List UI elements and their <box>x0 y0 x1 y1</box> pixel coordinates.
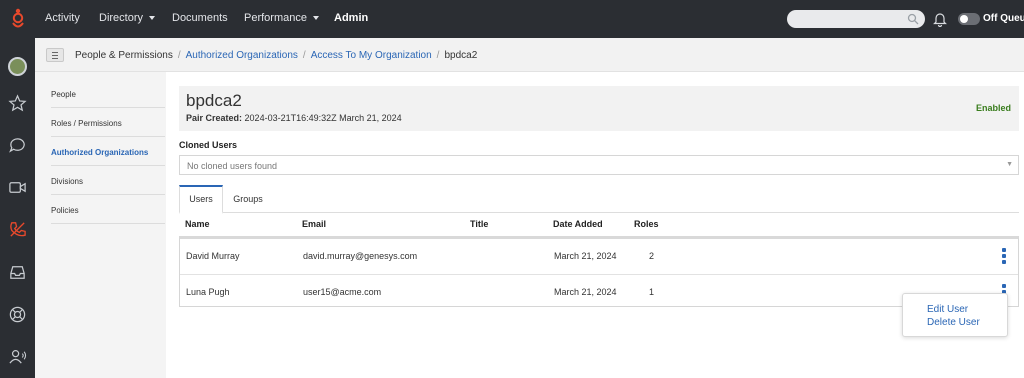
tab-bar: Users Groups <box>179 185 1019 214</box>
row-actions-menu: Edit User Delete User <box>902 293 1008 337</box>
cell-email: david.murray@genesys.com <box>303 251 418 261</box>
queue-status-label[interactable]: Off Queue <box>983 13 1024 24</box>
queue-toggle[interactable] <box>958 13 980 25</box>
cell-email: user15@acme.com <box>303 287 382 297</box>
cell-name: Luna Pugh <box>186 287 230 297</box>
cell-roles: 1 <box>649 287 655 297</box>
cell-date-added: March 21, 2024 <box>554 251 617 261</box>
phone-icon[interactable] <box>8 220 27 239</box>
left-rail <box>0 38 35 378</box>
cell-date-added: March 21, 2024 <box>554 287 617 297</box>
breadcrumb-current: bpdca2 <box>444 50 478 61</box>
breadcrumb-authorized-orgs[interactable]: Authorized Organizations <box>186 50 298 61</box>
help-icon[interactable] <box>8 305 27 324</box>
nav-admin[interactable]: Admin <box>334 12 368 24</box>
breadcrumb-people-permissions[interactable]: People & Permissions <box>75 50 173 61</box>
notification-bell-icon[interactable] <box>933 11 947 27</box>
video-icon[interactable] <box>8 178 27 197</box>
search-input[interactable] <box>787 10 925 28</box>
nav-performance[interactable]: Performance <box>244 12 307 24</box>
nav-activity[interactable]: Activity <box>45 12 80 24</box>
table-row[interactable]: David Murray david.murray@genesys.com Ma… <box>180 239 1018 273</box>
column-header-date-added[interactable]: Date Added <box>553 219 603 229</box>
breadcrumb-bar: People & Permissions / Authorized Organiza… <box>35 38 1024 72</box>
pair-created-label: Pair Created: <box>186 113 243 123</box>
hamburger-line <box>52 55 58 56</box>
toggle-knob <box>960 15 968 23</box>
hamburger-line <box>52 58 58 59</box>
chevron-down-icon <box>149 16 156 21</box>
column-header-name[interactable]: Name <box>185 219 210 229</box>
avatar[interactable] <box>8 57 27 76</box>
cell-roles: 2 <box>649 251 655 261</box>
org-summary-card: bpdca2 Pair Created: 2024-03-21T16:49:32… <box>179 86 1019 131</box>
status-badge: Enabled <box>975 103 1011 113</box>
cell-name: David Murray <box>186 251 240 261</box>
column-header-roles[interactable]: Roles <box>634 219 659 229</box>
nav-performance-wrap[interactable]: Performance <box>244 12 319 24</box>
nav-directory[interactable]: Directory <box>99 12 143 24</box>
pair-created: Pair Created: 2024-03-21T16:49:32Z March… <box>186 113 402 123</box>
sidebar-item-roles-permissions[interactable]: Roles / Permissions <box>51 109 165 137</box>
breadcrumb-separator: / <box>302 50 306 61</box>
cloned-users-label: Cloned Users <box>179 140 238 150</box>
hamburger-line <box>52 52 58 53</box>
top-nav-bar: Activity Directory Documents Performance… <box>0 0 1024 38</box>
chevron-down-icon: ▼ <box>1006 161 1013 168</box>
users-table: David Murray david.murray@genesys.com Ma… <box>179 236 1019 307</box>
nav-documents[interactable]: Documents <box>172 12 228 24</box>
menu-toggle-button[interactable] <box>46 48 64 62</box>
delete-user-menu-item[interactable]: Delete User <box>927 317 980 328</box>
sidebar-item-divisions[interactable]: Divisions <box>51 167 165 195</box>
more-options-icon[interactable] <box>1002 248 1006 264</box>
tab-groups[interactable]: Groups <box>225 185 271 213</box>
sidebar-item-policies[interactable]: Policies <box>51 196 165 224</box>
column-header-email[interactable]: Email <box>302 219 326 229</box>
inbox-icon[interactable] <box>8 263 27 282</box>
sidebar-item-people[interactable]: People <box>51 80 165 108</box>
pair-created-value: 2024-03-21T16:49:32Z March 21, 2024 <box>244 113 402 123</box>
chevron-down-icon <box>312 16 319 21</box>
edit-user-menu-item[interactable]: Edit User <box>927 304 968 315</box>
chat-icon[interactable] <box>8 135 27 154</box>
breadcrumb-access-to-my-org[interactable]: Access To My Organization <box>311 50 432 61</box>
tab-users[interactable]: Users <box>179 185 223 214</box>
table-row[interactable]: Luna Pugh user15@acme.com March 21, 2024… <box>180 274 1018 308</box>
column-header-title[interactable]: Title <box>470 219 488 229</box>
star-icon[interactable] <box>8 94 27 113</box>
contacts-icon[interactable] <box>8 347 27 366</box>
cloned-users-placeholder: No cloned users found <box>187 161 278 171</box>
breadcrumb-separator: / <box>177 50 181 61</box>
nav-directory-wrap[interactable]: Directory <box>99 12 156 24</box>
genesys-logo-icon[interactable] <box>10 8 26 30</box>
breadcrumb-separator: / <box>436 50 440 61</box>
sidebar-item-authorized-orgs[interactable]: Authorized Organizations <box>51 138 165 166</box>
page-title: bpdca2 <box>186 91 242 110</box>
search-icon[interactable] <box>907 13 919 25</box>
side-menu: People Roles / Permissions Authorized Or… <box>35 72 166 378</box>
breadcrumb: People & Permissions / Authorized Organiza… <box>75 50 477 61</box>
cloned-users-select[interactable]: No cloned users found ▼ <box>179 155 1019 175</box>
